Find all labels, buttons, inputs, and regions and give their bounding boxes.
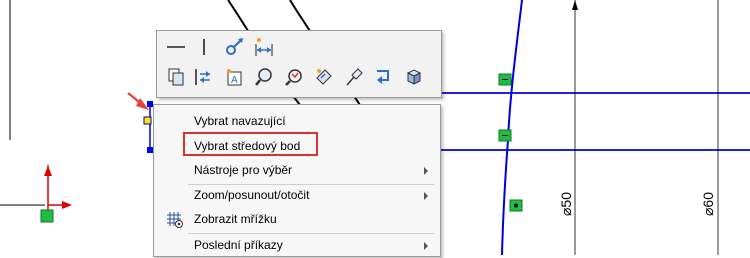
menu-item-recent-commands[interactable]: Poslední příkazy: [154, 234, 440, 258]
dimension-arrow: [572, 0, 578, 10]
submenu-arrow-icon: [424, 242, 428, 250]
zoom-icon[interactable]: [253, 66, 275, 88]
relation-glyph: [514, 203, 518, 208]
vertical-line-icon[interactable]: [193, 36, 215, 58]
menu-item-show-grid[interactable]: Zobrazit mřížku: [154, 208, 440, 232]
horizontal-line-icon[interactable]: [165, 36, 187, 58]
trim-icon[interactable]: [193, 66, 215, 88]
svg-text:A: A: [231, 75, 238, 86]
origin-marker[interactable]: [40, 209, 54, 223]
menu-item-label: Zoom/posunout/otočit: [194, 188, 310, 202]
context-toolbar: A: [156, 30, 442, 98]
fix-relation-icon[interactable]: [223, 36, 245, 58]
sketch-tool-icon[interactable]: [313, 66, 335, 88]
menu-item-label: Vybrat navazující: [194, 114, 286, 128]
rotate-view-icon[interactable]: [283, 66, 305, 88]
3d-box-icon[interactable]: [403, 66, 425, 88]
note-icon[interactable]: A: [223, 66, 245, 88]
menu-item-selection-tools[interactable]: Nástroje pro výběr: [154, 159, 440, 183]
menu-item-label: Poslední příkazy: [194, 238, 283, 252]
submenu-arrow-icon: [424, 192, 428, 200]
selected-point[interactable]: [143, 116, 152, 125]
menu-item-label: Nástroje pro výběr: [194, 163, 293, 177]
smart-dimension-icon[interactable]: [253, 36, 275, 58]
grid-icon: [166, 211, 184, 229]
dimension-label-d50[interactable]: ⌀50: [558, 192, 575, 216]
context-menu: Vybrat navazující Vybrat středový bod Ná…: [153, 104, 441, 257]
annotation-highlight-box: [183, 132, 318, 156]
layers-icon[interactable]: [165, 66, 187, 88]
menu-item-label: Zobrazit mřížku: [194, 212, 277, 226]
origin-arrow-up: [44, 166, 52, 176]
dimension-label-d60[interactable]: ⌀60: [700, 192, 717, 216]
origin-arrow-right: [62, 201, 72, 209]
submenu-arrow-icon: [424, 167, 428, 175]
pin-icon[interactable]: [343, 66, 365, 88]
undo-arrow-icon[interactable]: [373, 66, 395, 88]
menu-item-select-tangency[interactable]: Vybrat navazující: [154, 110, 440, 134]
sketch-spline[interactable]: [501, 0, 523, 255]
menu-item-zoom-pan-rotate[interactable]: Zoom/posunout/otočit: [154, 184, 440, 208]
